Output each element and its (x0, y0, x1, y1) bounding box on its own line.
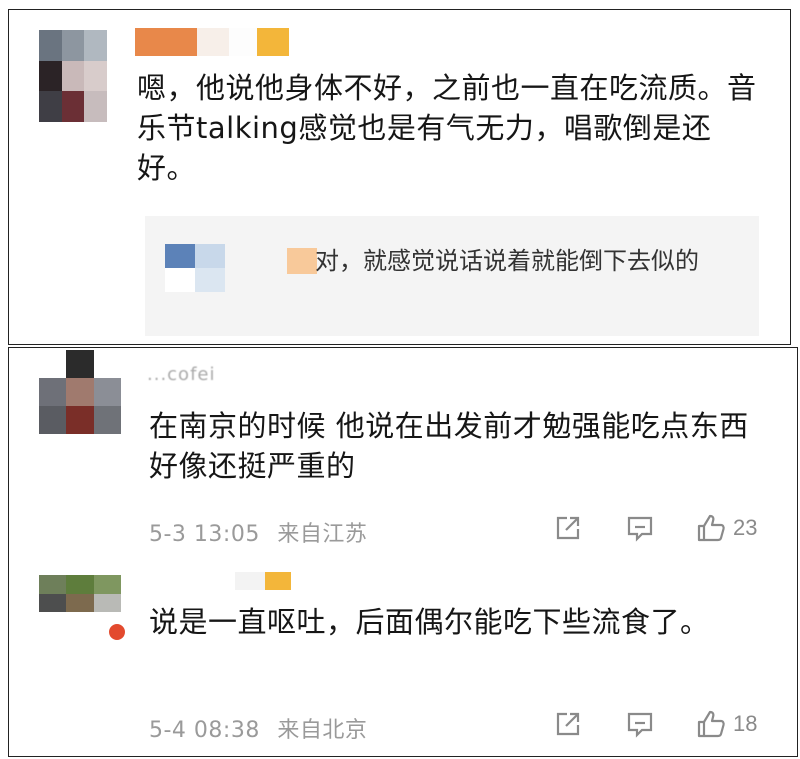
avatar[interactable] (39, 350, 121, 434)
comment-actions: 18 (553, 708, 757, 740)
share-icon (556, 516, 580, 540)
comment-meta: 5-4 08:38 来自北京 (149, 712, 367, 744)
avatar-badge-icon (107, 622, 127, 642)
username-redacted[interactable] (235, 572, 291, 590)
comment-button[interactable] (625, 513, 655, 543)
comment-card-1: 嗯，他说他身体不好，之前也一直在吃流质。音乐节talking感觉也是有气无力，唱… (8, 9, 791, 345)
comment-card-2: ...cofei 在南京的时候 他说在出发前才勉强能吃点东西 好像还挺严重的 5… (8, 347, 798, 757)
share-button[interactable] (553, 709, 583, 739)
comment-button[interactable] (625, 709, 655, 739)
comment-date: 5-3 13:05 (149, 522, 260, 547)
username-partial[interactable]: ...cofei (147, 364, 216, 385)
thumbs-up-icon (697, 514, 725, 542)
comment-icon (627, 712, 653, 738)
comment-meta: 5-3 13:05 来自江苏 (149, 516, 367, 548)
like-count: 18 (733, 711, 758, 736)
comment-text: 说是一直呕吐，后面偶尔能吃下些流食了。 (149, 605, 710, 639)
comment-text: 在南京的时候 他说在出发前才勉强能吃点东西 好像还挺严重的 (149, 409, 749, 483)
username-redacted[interactable] (135, 28, 289, 56)
comment-text: 嗯，他说他身体不好，之前也一直在吃流质。音乐节talking感觉也是有气无力，唱… (137, 71, 757, 185)
like-button[interactable]: 23 (695, 512, 757, 544)
comment-location: 来自江苏 (277, 522, 368, 547)
avatar[interactable] (39, 30, 107, 122)
share-button[interactable] (553, 513, 583, 543)
like-button[interactable]: 18 (695, 708, 757, 740)
like-count: 23 (733, 515, 758, 540)
comment-actions: 23 (553, 512, 757, 544)
comment-date: 5-4 08:38 (149, 718, 260, 743)
share-icon (556, 712, 580, 736)
reply-box: 对，就感觉说话说着就能倒下去似的 (145, 216, 759, 336)
reply-text: 对，就感觉说话说着就能倒下去似的 (315, 247, 699, 275)
comment-icon (627, 516, 653, 542)
comment-location: 来自北京 (277, 718, 368, 743)
thumbs-up-icon (697, 710, 725, 738)
avatar[interactable] (39, 575, 121, 631)
